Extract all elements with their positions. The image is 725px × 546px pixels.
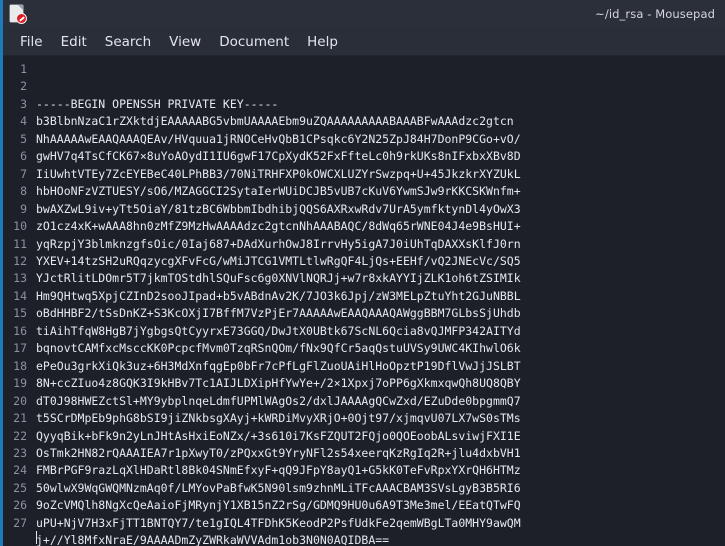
code-line[interactable]: oBdHHBF2/tSsDnKZ+S3KcOXjI7BffM7VzPjEr7AA… <box>36 305 725 322</box>
code-line[interactable]: Hm9QHtwq5XpjCZInD2sooJIpad+b5vABdnAv2K/7… <box>36 288 725 305</box>
code-line[interactable]: hbHOoNFzVZTUESY/sO6/MZAGGCI2SytaIerWUiDC… <box>36 183 725 200</box>
page-fold-shape <box>18 5 23 10</box>
line-number: 6 <box>7 148 27 165</box>
line-number: 10 <box>7 218 27 235</box>
menubar: File Edit Search View Document Help <box>3 28 725 56</box>
window-title: ~/id_rsa - Mousepad <box>595 7 715 21</box>
line-number: 19 <box>7 375 27 392</box>
code-line[interactable]: tiAihTfqW8HgB7jYgbgsQtCyyrxE73GGQ/DwJtX0… <box>36 323 725 340</box>
line-number: 20 <box>7 393 27 410</box>
code-line[interactable]: YJctRlitLDOmr5T7jkmTOStdhlSQuFsc6g0XNVlN… <box>36 270 725 287</box>
code-line[interactable]: zO1cz4xK+wAAA8hn0zMfZ9MzHwAAAAdzc2gtcnNh… <box>36 218 725 235</box>
line-number: 16 <box>7 323 27 340</box>
menu-item-edit[interactable]: Edit <box>52 31 96 53</box>
menu-item-document[interactable]: Document <box>210 31 298 53</box>
line-number: 21 <box>7 410 27 427</box>
mousepad-window: ~/id_rsa - Mousepad File Edit Search Vie… <box>0 0 725 546</box>
text-content[interactable]: -----BEGIN OPENSSH PRIVATE KEY-----b3Blb… <box>31 56 725 546</box>
line-number: 3 <box>7 96 27 113</box>
code-line[interactable]: b3BlbnNzaC1rZXktdjEAAAAABG5vbmUAAAAEbm9u… <box>36 113 725 130</box>
code-line[interactable]: NhAAAAAwEAAQAAAQEAv/HVquua1jRNOCeHvQbB1C… <box>36 131 725 148</box>
line-number: 17 <box>7 340 27 357</box>
code-line[interactable]: YXEV+14tzSH2uRQqzycgXFvFcG/wMiJTCG1VMTLt… <box>36 253 725 270</box>
code-line[interactable]: j+//Yl8MfxNraE/9AAAADmZyZWRkaWVVAdm1ob3N… <box>36 532 725 546</box>
code-line[interactable]: uPU+NjV7H3xFjTT1BNTQY7/te1gIQL4TFDhK5Keo… <box>36 515 725 532</box>
code-line[interactable]: OsTmk2HN82rQAAAIEA7r1pXwyT0/zPQxxGt9YryN… <box>36 445 725 462</box>
code-line[interactable]: IiUwhtVTEy7ZcEYEBeC40LPhBB3/70NiTRHFXP0k… <box>36 166 725 183</box>
code-line[interactable]: bqnovtCAMfxcMsccKK0PcpcfMvm0TzqRSnQOm/fN… <box>36 340 725 357</box>
titlebar: ~/id_rsa - Mousepad <box>3 0 725 28</box>
line-number: 12 <box>7 253 27 270</box>
line-number: 24 <box>7 462 27 479</box>
line-number: 15 <box>7 305 27 322</box>
key-badge-shape <box>16 13 27 24</box>
menu-item-view[interactable]: View <box>160 31 210 53</box>
line-number-gutter: 1234567891011121314151617181920212223242… <box>3 56 31 546</box>
line-number: 8 <box>7 183 27 200</box>
menu-item-file[interactable]: File <box>11 31 52 53</box>
line-number: 4 <box>7 113 27 130</box>
code-line[interactable]: t5SCrDMpEb9phG8bSI9jiZNkbsgXAyj+kWRDiMvy… <box>36 410 725 427</box>
code-line[interactable]: -----BEGIN OPENSSH PRIVATE KEY----- <box>36 96 725 113</box>
line-number: 11 <box>7 236 27 253</box>
line-number: 2 <box>7 78 27 95</box>
code-line[interactable]: yqRzpjY3blmknzgfsOic/0Iaj687+DAdXurhOwJ8… <box>36 236 725 253</box>
code-line[interactable]: 50wlwX9WqGWQMNzmAq0f/LMYovPaBfwK5N90lsm9… <box>36 480 725 497</box>
code-line[interactable]: 9oZcVMQlh8NgXcQeAaioFjMRynjY1XB15nZ2rSg/… <box>36 497 725 514</box>
code-line[interactable]: ePeOu3grkXiQk3uz+6H3MdXnfqgEp0bFr7cPfLgF… <box>36 358 725 375</box>
line-number: 26 <box>7 497 27 514</box>
line-number: 13 <box>7 270 27 287</box>
line-number: 23 <box>7 445 27 462</box>
line-number: 25 <box>7 480 27 497</box>
code-line[interactable]: gwHV7q4TsCfCK67×8uYoAOydI1IU6gwF17CpXydK… <box>36 148 725 165</box>
line-number: 27 <box>7 515 27 532</box>
code-line[interactable]: FMBrPGF9razLqXlHDaRtl8Bk04SNmEfxyF+qQ9JF… <box>36 462 725 479</box>
line-number: 22 <box>7 428 27 445</box>
code-line[interactable]: bwAXZwL9iv+yTt5OiaY/81tzBC6WbbmIbdhibjQQ… <box>36 201 725 218</box>
code-line[interactable]: 8N+ccZIuo4z8GQK3I9kHBv7Tc1AIJLDXipHfYwYe… <box>36 375 725 392</box>
text-caret <box>36 531 37 544</box>
menu-item-help[interactable]: Help <box>298 31 347 53</box>
document-key-icon <box>8 3 28 25</box>
menu-item-search[interactable]: Search <box>96 31 160 53</box>
line-number: 18 <box>7 358 27 375</box>
line-number: 1 <box>7 61 27 78</box>
line-number: 7 <box>7 166 27 183</box>
line-number: 14 <box>7 288 27 305</box>
line-number: 5 <box>7 131 27 148</box>
code-line[interactable]: dT0J98HWEZctSl+MY9ybplnqeLdmfUPMlWAgOs2/… <box>36 393 725 410</box>
text-editor-area[interactable]: 1234567891011121314151617181920212223242… <box>3 56 725 546</box>
line-number: 9 <box>7 201 27 218</box>
code-line[interactable]: QyyqBik+bFk9n2yLnJHtAsHxiEoNZx/+3s610i7K… <box>36 428 725 445</box>
